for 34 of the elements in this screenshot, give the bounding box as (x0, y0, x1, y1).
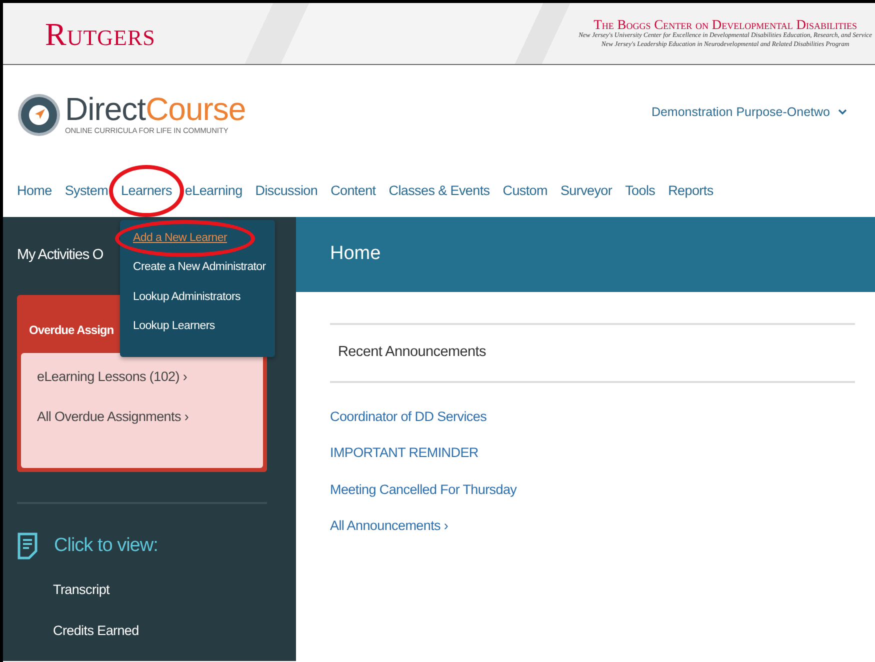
sidebar-link[interactable]: Credits Earned (53, 620, 139, 641)
nav-item[interactable]: Surveyor (560, 180, 612, 202)
sidebar-title: My Activities O (17, 246, 104, 265)
announcement-link[interactable]: All Announcements › (330, 516, 448, 536)
nav-item[interactable]: System (64, 180, 108, 202)
menu-item[interactable]: Lookup Learners (133, 318, 215, 335)
announcement-link[interactable]: Meeting Cancelled For Thursday (330, 480, 517, 500)
nav-item[interactable]: Classes & Events (388, 180, 490, 202)
nav-item[interactable]: Home (17, 180, 52, 202)
center-title: The Boggs Center on Developmental Disabilities (594, 18, 857, 32)
menu-item[interactable]: Add a New Learner (115, 220, 255, 258)
announcement-link[interactable]: IMPORTANT REMINDER (330, 443, 478, 464)
nav-item[interactable]: Discussion (255, 180, 318, 202)
section-heading: Click to view: (54, 534, 158, 558)
nav-item[interactable]: Tools (625, 180, 656, 202)
nav-item[interactable]: eLearning (184, 180, 242, 202)
chevron-down-icon (838, 109, 847, 115)
section-title: Recent Announcements (338, 343, 486, 362)
nav-item[interactable]: Custom (502, 180, 548, 202)
menu-item[interactable]: Lookup Administrators (133, 288, 240, 306)
compass-logo-icon (17, 93, 61, 137)
account-menu[interactable]: Demonstration Purpose-Onetwo (651, 102, 847, 122)
overdue-link[interactable]: All Overdue Assignments › (37, 407, 189, 428)
announcement-link[interactable]: Coordinator of DD Services (330, 407, 487, 428)
overdue-title: Overdue Assign (29, 322, 114, 339)
logo-wordmark: DirectCourse (65, 93, 246, 126)
menu-item[interactable]: Create a New Administrator (133, 259, 266, 276)
overdue-link[interactable]: eLearning Lessons (102) › (37, 366, 188, 387)
document-icon (17, 532, 38, 560)
sidebar-link[interactable]: Transcript (53, 580, 110, 600)
nav-item[interactable]: Reports (668, 180, 714, 202)
page-title: Home (330, 242, 381, 266)
university-logo: Rutgers (45, 18, 156, 50)
nav-item[interactable]: Content (330, 180, 376, 202)
